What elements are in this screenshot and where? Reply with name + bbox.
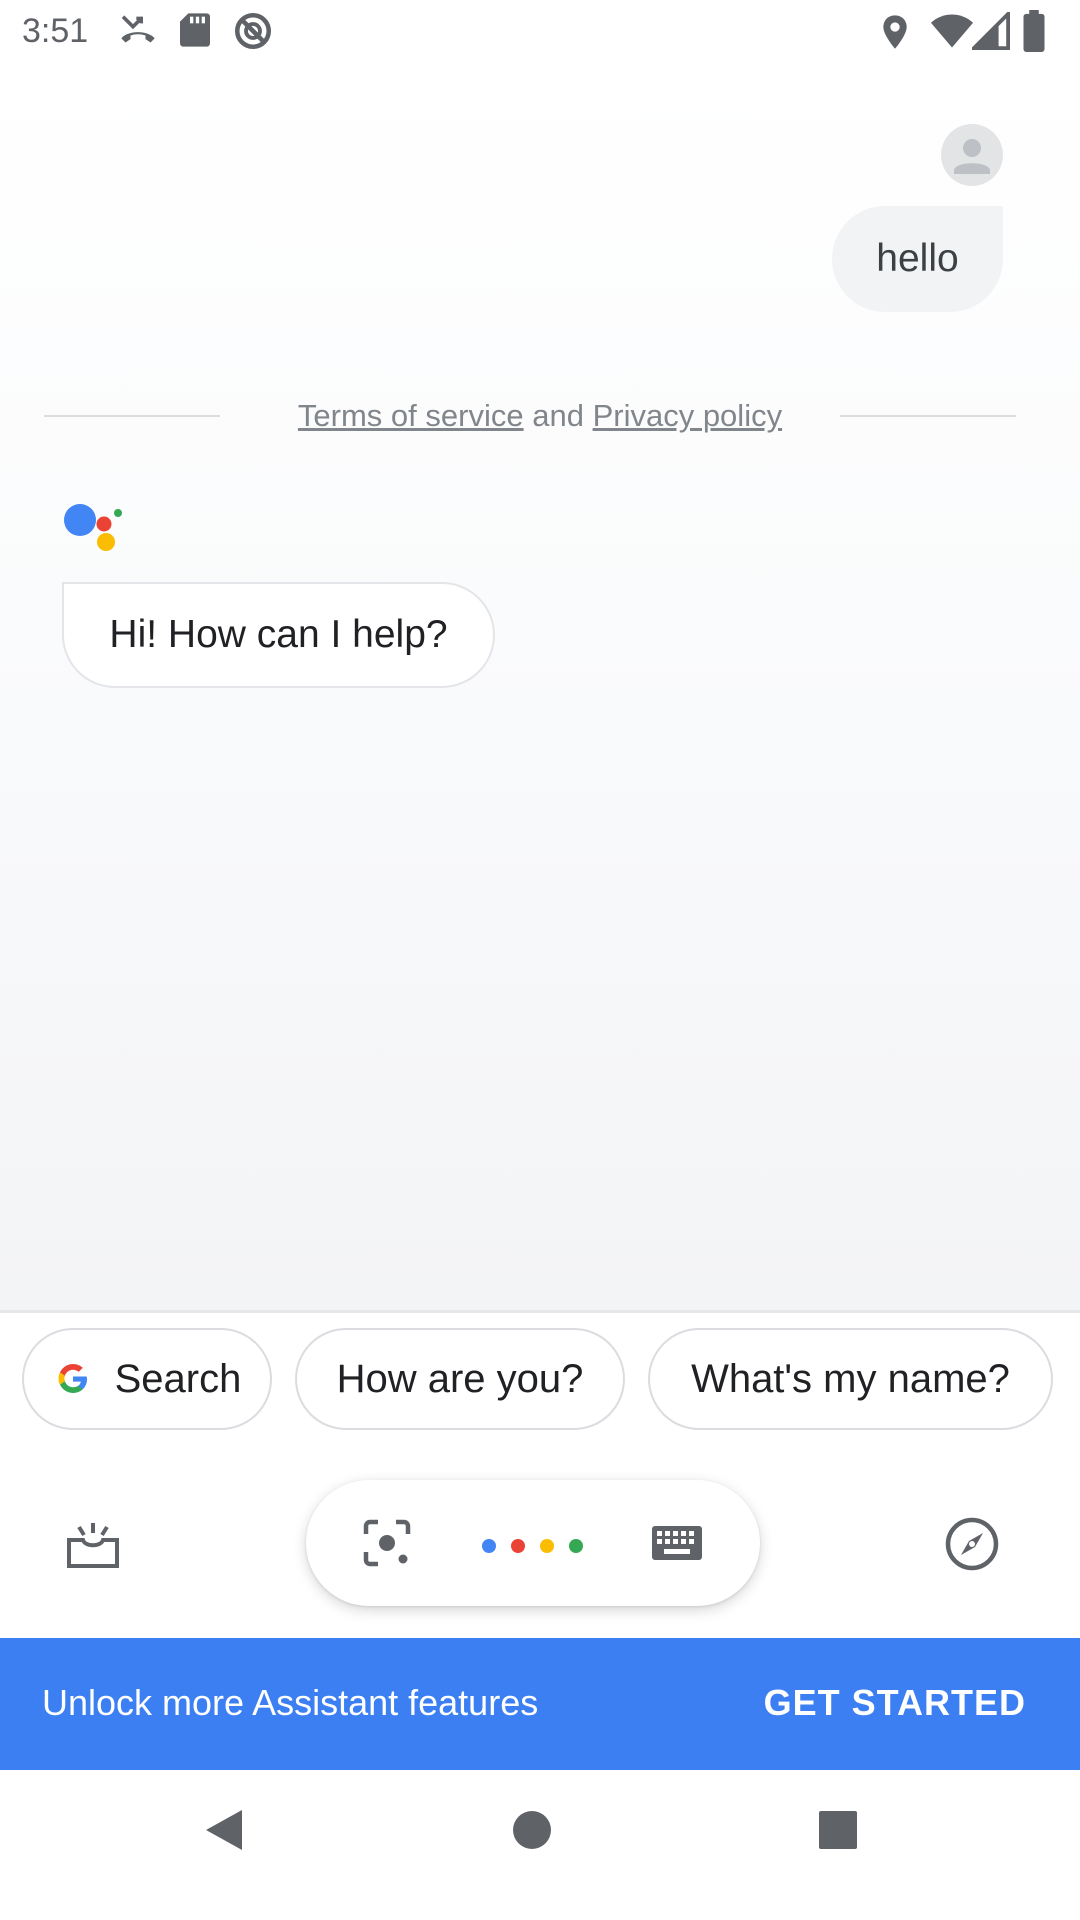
wifi-icon <box>930 14 974 48</box>
unlock-features-banner: Unlock more Assistant features GET START… <box>0 1638 1080 1770</box>
assistant-dot-yellow <box>540 1539 554 1553</box>
battery-icon <box>1023 10 1045 52</box>
suggestion-chip-how-are-you[interactable]: How are you? <box>295 1328 625 1430</box>
user-message-bubble: hello <box>832 206 1003 312</box>
assistant-dot-blue <box>482 1539 496 1553</box>
assistant-mic-pill[interactable] <box>306 1480 760 1606</box>
location-icon <box>883 15 907 49</box>
user-avatar <box>941 124 1003 186</box>
navigation-bar <box>0 1770 1080 1920</box>
search-chip-label: Search <box>114 1356 242 1401</box>
divider-left <box>44 415 220 417</box>
sd-card-icon <box>180 13 210 47</box>
back-icon[interactable] <box>204 1808 244 1852</box>
chat-area: hello Terms of service and Privacy polic… <box>0 64 1080 1312</box>
snapshot-tray-icon[interactable] <box>64 1520 122 1572</box>
keyboard-icon[interactable] <box>650 1524 704 1562</box>
person-icon <box>954 139 990 174</box>
explore-compass-icon[interactable] <box>944 1516 1000 1572</box>
signal-icon <box>972 12 1010 50</box>
no-disturb-icon <box>234 12 272 50</box>
assistant-logo-icon <box>64 504 122 551</box>
search-chip[interactable]: Search <box>22 1328 272 1430</box>
assistant-dot-red <box>511 1539 525 1553</box>
chat-bottom-divider <box>0 1310 1080 1313</box>
google-g-icon <box>53 1359 93 1399</box>
missed-call-icon <box>121 15 155 43</box>
suggestion-chip-whats-my-name[interactable]: What's my name? <box>648 1328 1053 1430</box>
get-started-button[interactable]: GET STARTED <box>764 1682 1026 1724</box>
terms-of-service-link[interactable]: Terms of service <box>298 398 524 433</box>
lens-icon[interactable] <box>362 1518 412 1568</box>
recents-icon[interactable] <box>818 1810 858 1850</box>
divider-right <box>840 415 1016 417</box>
status-time: 3:51 <box>22 12 89 50</box>
assistant-message-bubble: Hi! How can I help? <box>62 582 495 688</box>
terms-and-text: and <box>532 398 584 433</box>
status-bar: 3:51 <box>0 0 1080 64</box>
privacy-policy-link[interactable]: Privacy policy <box>593 398 783 433</box>
assistant-dot-green <box>569 1539 583 1553</box>
home-icon[interactable] <box>512 1810 552 1850</box>
terms-row: Terms of service and Privacy policy <box>200 398 880 434</box>
banner-text: Unlock more Assistant features <box>42 1682 539 1723</box>
